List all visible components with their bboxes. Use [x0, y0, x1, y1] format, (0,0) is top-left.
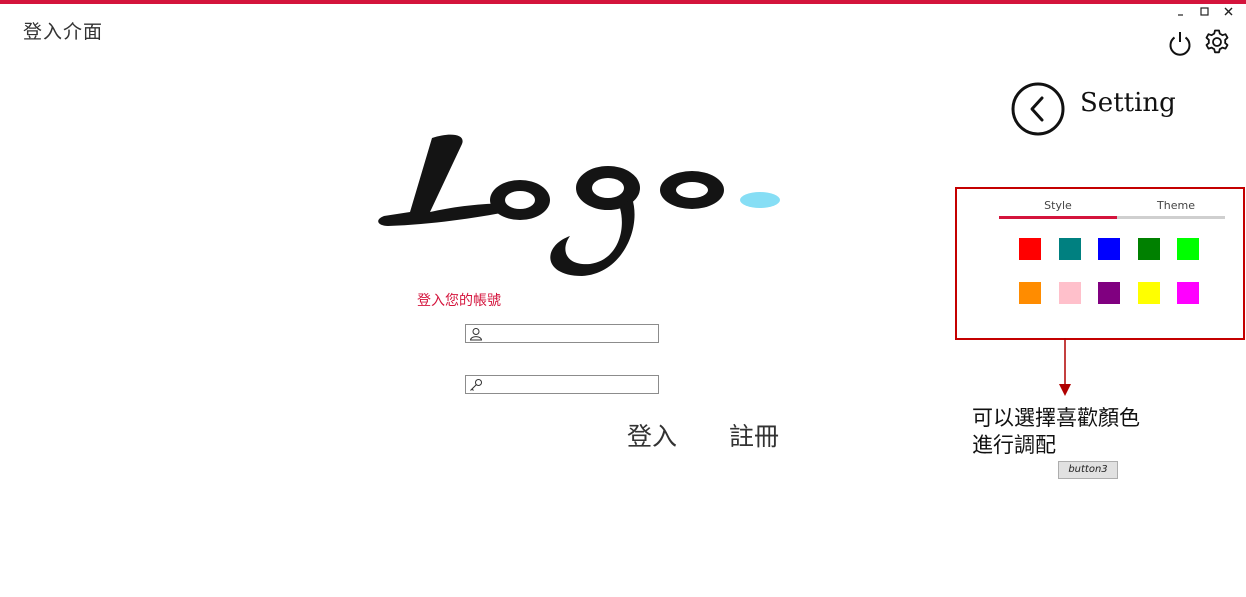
tab-indicator [1117, 216, 1225, 219]
color-swatch[interactable] [1019, 238, 1041, 260]
color-swatch[interactable] [1177, 282, 1199, 304]
button3[interactable]: button3 [1058, 461, 1118, 479]
tab-style[interactable]: Style [999, 199, 1117, 212]
password-input[interactable] [486, 376, 654, 391]
register-button[interactable]: 註冊 [729, 417, 779, 453]
settings-title: Setting [1080, 88, 1176, 118]
color-swatch[interactable] [1058, 238, 1081, 260]
theme-panel: Style Theme [955, 187, 1245, 340]
login-button[interactable]: 登入 [627, 417, 677, 453]
username-input[interactable] [486, 325, 654, 340]
chevron-left-circle-icon[interactable] [1011, 82, 1065, 140]
tab-indicator-active [999, 216, 1117, 219]
maximize-icon[interactable] [1199, 6, 1210, 17]
annotation-line-2: 進行調配 [972, 433, 1056, 457]
username-field[interactable] [465, 324, 659, 343]
key-icon [469, 377, 483, 391]
close-icon[interactable] [1223, 6, 1234, 17]
color-swatch[interactable] [1058, 282, 1081, 304]
window-title: 登入介面 [23, 21, 104, 43]
color-swatch[interactable] [1177, 238, 1199, 260]
window-controls [1175, 6, 1234, 17]
logo [370, 128, 790, 287]
color-swatch[interactable] [1137, 238, 1160, 260]
accent-top-bar [0, 0, 1246, 4]
password-field[interactable] [465, 375, 659, 394]
login-prompt: 登入您的帳號 [417, 293, 501, 309]
tab-theme[interactable]: Theme [1117, 199, 1235, 212]
color-swatch[interactable] [1098, 282, 1120, 304]
color-swatch[interactable] [1137, 282, 1160, 304]
annotation-line-1: 可以選擇喜歡顏色 [972, 406, 1140, 430]
arrow-down-icon [1058, 338, 1072, 402]
power-icon[interactable] [1166, 29, 1194, 61]
gear-icon[interactable] [1203, 28, 1231, 60]
color-swatch[interactable] [1019, 282, 1041, 304]
user-icon [469, 326, 483, 341]
color-swatch[interactable] [1098, 238, 1120, 260]
minimize-icon[interactable] [1175, 6, 1186, 17]
annotation-text: 可以選擇喜歡顏色 進行調配 [972, 405, 1140, 459]
logo-dot [740, 192, 780, 208]
